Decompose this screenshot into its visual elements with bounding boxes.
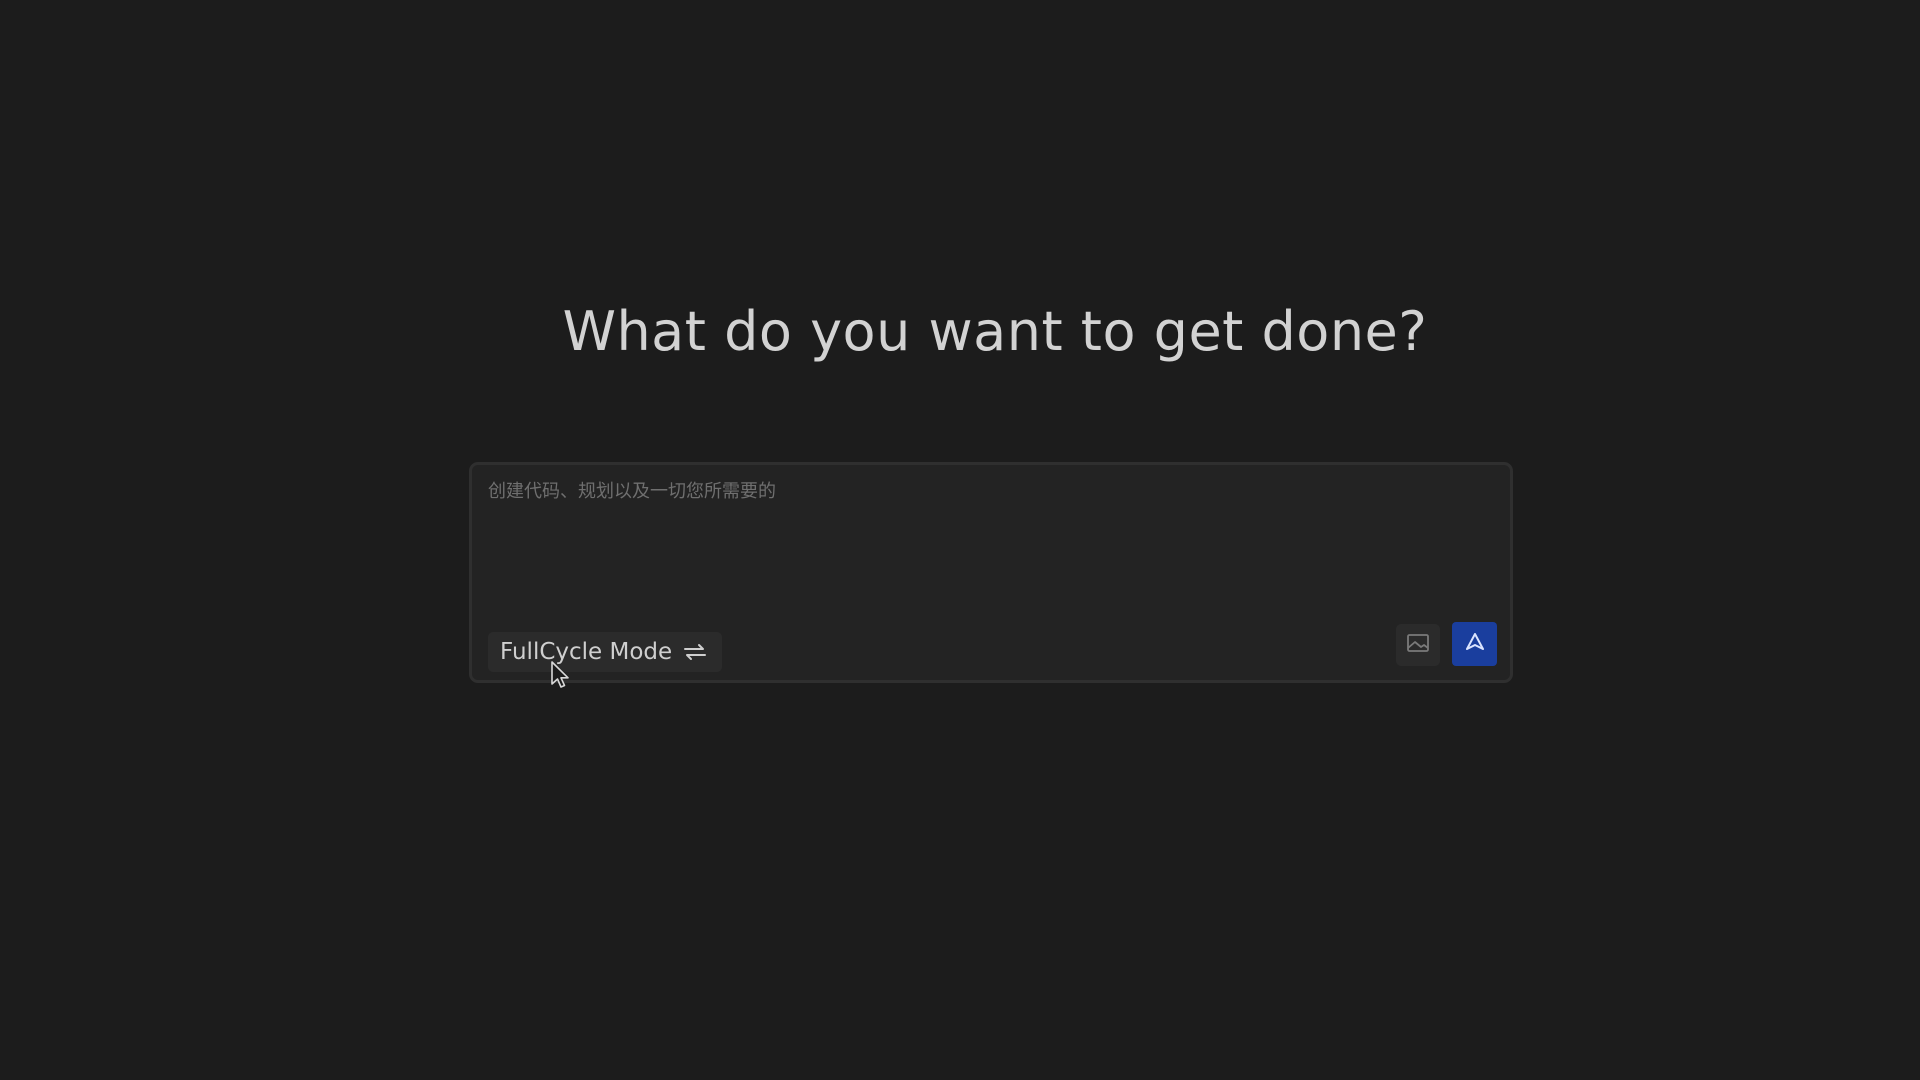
mode-label: FullCycle Mode [500,639,673,665]
prompt-card: FullCycle Mode [469,462,1513,683]
attach-image-button[interactable] [1396,624,1440,666]
mode-toggle-button[interactable]: FullCycle Mode [488,632,723,672]
page-title: What do you want to get done? [562,300,1428,363]
image-icon [1406,633,1430,657]
send-arrow-icon [1464,631,1486,657]
send-button[interactable] [1452,622,1497,666]
swap-arrows-icon [682,640,708,664]
prompt-input[interactable] [488,479,1488,599]
